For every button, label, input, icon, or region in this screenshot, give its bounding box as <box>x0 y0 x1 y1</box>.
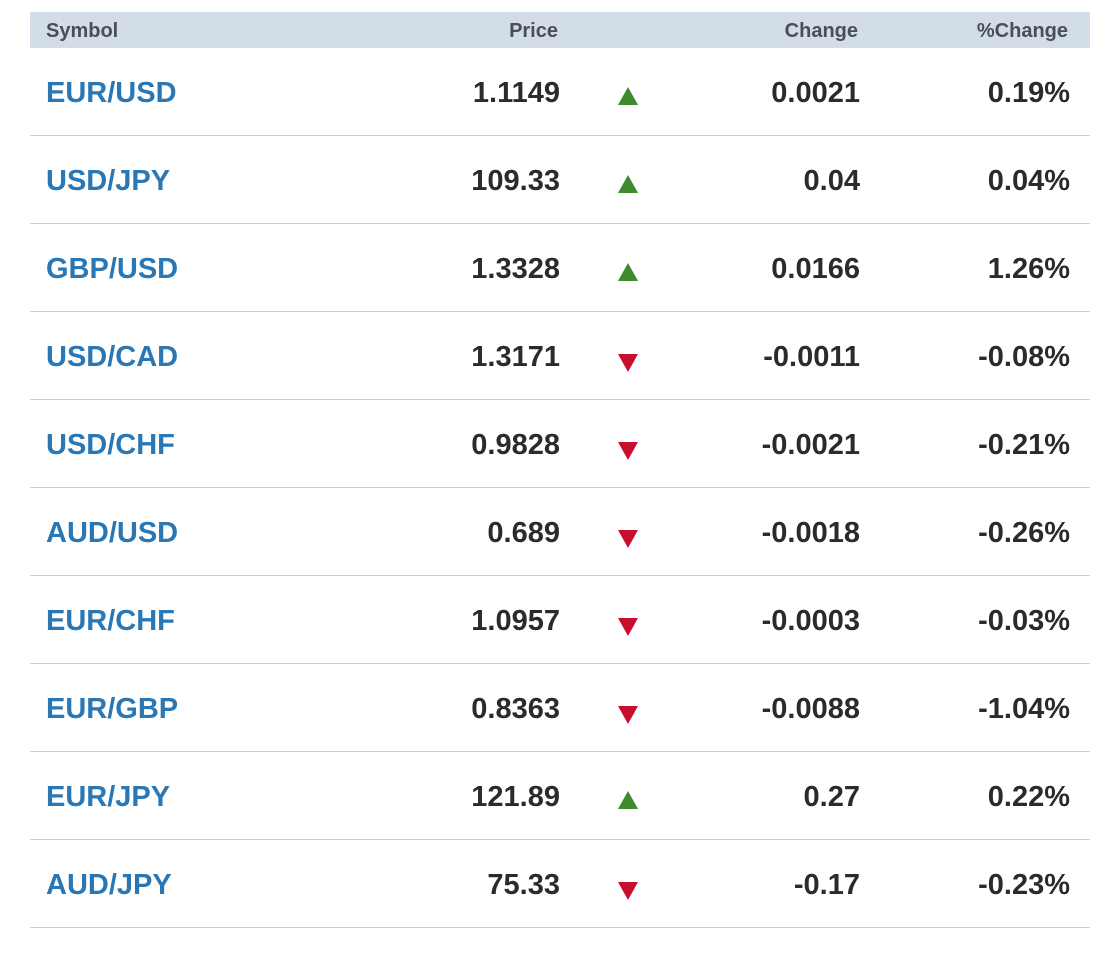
down-arrow-icon <box>618 882 638 900</box>
pct-change-value: 0.22% <box>987 781 1070 813</box>
price-value: 75.33 <box>487 869 560 901</box>
symbol-link[interactable]: GBP/USD <box>46 252 178 286</box>
price-value: 1.0957 <box>471 605 560 637</box>
symbol-link[interactable]: AUD/JPY <box>46 868 172 902</box>
pct-change-value: -0.08% <box>978 341 1070 373</box>
table-row: EUR/USD 1.1149 0.0021 0.19% <box>30 48 1090 136</box>
pct-change-value: 0.04% <box>987 165 1070 197</box>
header-symbol[interactable]: Symbol <box>46 20 118 42</box>
table-row: EUR/JPY 121.89 0.27 0.22% <box>30 752 1090 840</box>
down-arrow-icon <box>618 442 638 460</box>
symbol-link[interactable]: EUR/JPY <box>46 780 170 814</box>
table-row: USD/CAD 1.3171 -0.0011 -0.08% <box>30 312 1090 400</box>
price-value: 121.89 <box>471 781 560 813</box>
pct-change-value: 0.19% <box>987 77 1070 109</box>
pct-change-value: -0.23% <box>978 869 1070 901</box>
down-arrow-icon <box>618 706 638 724</box>
up-arrow-icon <box>618 791 638 809</box>
symbol-link[interactable]: EUR/USD <box>46 76 177 110</box>
price-value: 1.3171 <box>471 341 560 373</box>
symbol-link[interactable]: USD/CHF <box>46 428 175 462</box>
price-value: 0.9828 <box>471 429 560 461</box>
table-row: USD/CHF 0.9828 -0.0021 -0.21% <box>30 400 1090 488</box>
symbol-link[interactable]: AUD/USD <box>46 516 178 550</box>
header-price[interactable]: Price <box>509 20 558 42</box>
symbol-link[interactable]: EUR/GBP <box>46 692 178 726</box>
change-value: 0.27 <box>803 781 860 813</box>
pct-change-value: -1.04% <box>978 693 1070 725</box>
table-row: EUR/CHF 1.0957 -0.0003 -0.03% <box>30 576 1090 664</box>
header-pct-change[interactable]: %Change <box>977 20 1068 42</box>
pct-change-value: -0.03% <box>978 605 1070 637</box>
change-value: -0.0011 <box>763 341 860 373</box>
down-arrow-icon <box>618 618 638 636</box>
symbol-link[interactable]: EUR/CHF <box>46 604 175 638</box>
change-value: -0.17 <box>793 869 860 901</box>
down-arrow-icon <box>618 530 638 548</box>
price-value: 0.689 <box>487 517 560 549</box>
change-value: -0.0018 <box>761 517 860 549</box>
change-value: -0.0088 <box>761 693 860 725</box>
forex-quotes-table: Symbol Price Change %Change EUR/USD 1.11… <box>30 12 1090 928</box>
price-value: 109.33 <box>471 165 560 197</box>
up-arrow-icon <box>618 263 638 281</box>
header-change[interactable]: Change <box>785 20 858 42</box>
change-value: 0.0166 <box>771 253 860 285</box>
pct-change-value: -0.21% <box>978 429 1070 461</box>
table-row: AUD/USD 0.689 -0.0018 -0.26% <box>30 488 1090 576</box>
price-value: 1.3328 <box>471 253 560 285</box>
up-arrow-icon <box>618 87 638 105</box>
pct-change-value: -0.26% <box>978 517 1070 549</box>
symbol-link[interactable]: USD/JPY <box>46 164 170 198</box>
table-header: Symbol Price Change %Change <box>30 12 1090 48</box>
up-arrow-icon <box>618 175 638 193</box>
change-value: 0.0021 <box>771 77 860 109</box>
table-row: AUD/JPY 75.33 -0.17 -0.23% <box>30 840 1090 928</box>
down-arrow-icon <box>618 354 638 372</box>
table-row: USD/JPY 109.33 0.04 0.04% <box>30 136 1090 224</box>
change-value: -0.0021 <box>761 429 860 461</box>
table-row: EUR/GBP 0.8363 -0.0088 -1.04% <box>30 664 1090 752</box>
change-value: -0.0003 <box>761 605 860 637</box>
change-value: 0.04 <box>803 165 860 197</box>
pct-change-value: 1.26% <box>987 253 1070 285</box>
price-value: 0.8363 <box>471 693 560 725</box>
symbol-link[interactable]: USD/CAD <box>46 340 178 374</box>
table-row: GBP/USD 1.3328 0.0166 1.26% <box>30 224 1090 312</box>
price-value: 1.1149 <box>472 77 560 109</box>
